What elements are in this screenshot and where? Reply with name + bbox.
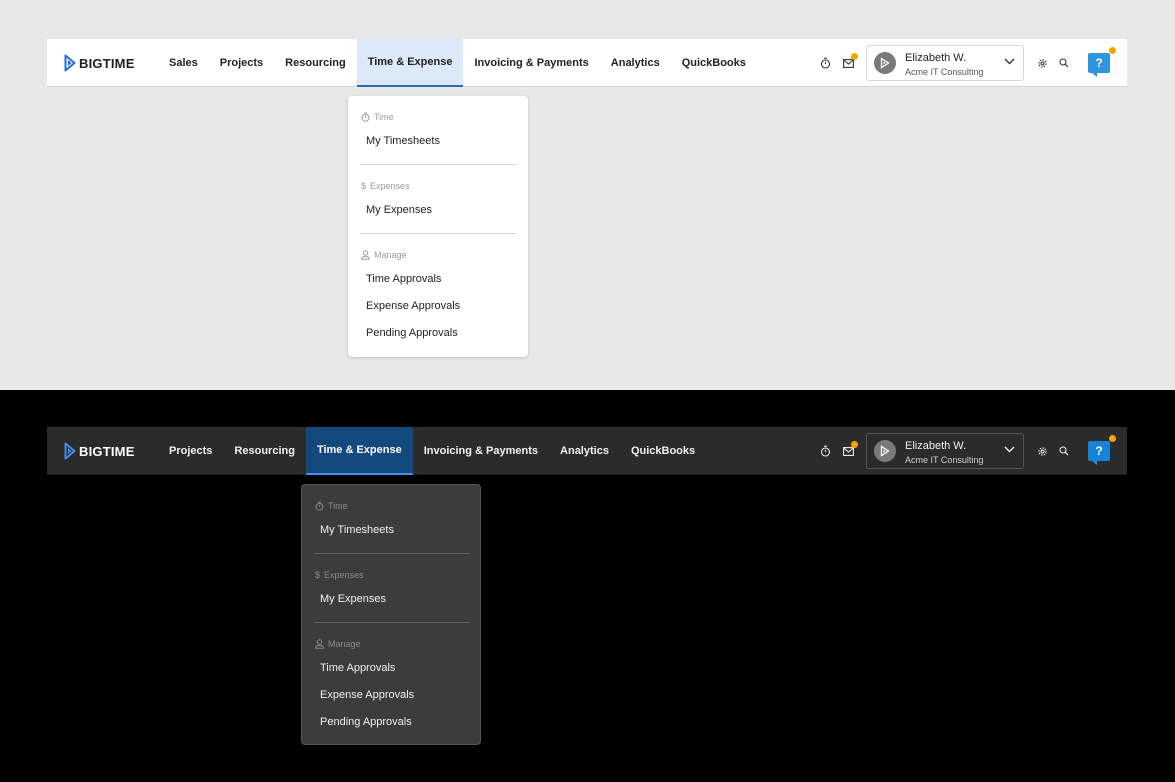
nav-quickbooks[interactable]: QuickBooks [620,427,706,475]
nav-resourcing[interactable]: Resourcing [274,39,357,87]
nav-time-expense[interactable]: Time & Expense [305,427,413,475]
nav-invoicing-payments[interactable]: Invoicing & Payments [413,427,549,475]
nav-resourcing[interactable]: Resourcing [223,427,306,475]
logo-text: BIGTIME [79,55,135,71]
nav-analytics[interactable]: Analytics [549,427,620,475]
avatar [874,440,896,462]
help-bubble-tail [1092,73,1097,77]
settings-button[interactable] [1035,56,1049,70]
section-time-label: Time [328,501,348,511]
help-button[interactable]: ? [1088,441,1110,465]
user-name: Elizabeth W. [905,52,967,64]
gear-icon [1037,58,1047,68]
nav-quickbooks[interactable]: QuickBooks [671,39,757,87]
avatar [874,52,896,74]
divider [314,553,470,554]
section-manage-label: Manage [374,250,407,260]
search-icon [1059,58,1069,68]
time-approvals-link[interactable]: Time Approvals [366,273,441,285]
user-name: Elizabeth W. [905,440,967,452]
section-expenses-label: Expenses [324,570,364,580]
dollar-icon: $ [315,570,321,580]
time-approvals-link[interactable]: Time Approvals [320,662,395,674]
light-theme-panel: BIGTIME Sales Projects Resourcing Time &… [0,0,1175,390]
dollar-icon: $ [361,181,367,191]
help-button[interactable]: ? [1088,53,1110,77]
manager-icon [315,639,324,649]
stopwatch-icon [361,112,370,122]
dark-theme-panel: BIGTIME Projects Resourcing Time & Expen… [0,390,1175,782]
nav-analytics[interactable]: Analytics [600,39,671,87]
my-timesheets-link[interactable]: My Timesheets [366,135,440,147]
top-navbar: BIGTIME Sales Projects Resourcing Time &… [47,39,1127,87]
stopwatch-icon [820,445,830,457]
nav-sales[interactable]: Sales [158,39,209,87]
main-nav: Sales Projects Resourcing Time & Expense… [158,39,757,87]
divider [314,622,470,623]
bigtime-logo[interactable]: BIGTIME [64,54,135,72]
top-navbar: BIGTIME Projects Resourcing Time & Expen… [47,427,1127,475]
section-expenses-label: Expenses [370,181,410,191]
timer-button[interactable] [818,444,832,458]
mail-notification-dot [851,441,858,448]
nav-projects[interactable]: Projects [158,427,223,475]
user-menu-button[interactable]: Elizabeth W. Acme IT Consulting [866,433,1024,469]
time-expense-dropdown: Time My Timesheets $ Expenses My Expense… [348,96,528,357]
section-time: Time [361,112,394,122]
help-bubble-tail [1092,461,1097,465]
bigtime-logo-icon [64,54,76,72]
mail-icon [842,446,854,456]
user-avatar-logo-icon [880,445,890,457]
timer-button[interactable] [818,56,832,70]
section-manage: Manage [361,250,407,260]
nav-time-expense[interactable]: Time & Expense [356,39,464,87]
expense-approvals-link[interactable]: Expense Approvals [320,689,414,701]
mail-notification-dot [851,53,858,60]
user-company: Acme IT Consulting [905,67,984,77]
my-expenses-link[interactable]: My Expenses [366,204,432,216]
manager-icon [361,250,370,260]
search-icon [1059,446,1069,456]
section-manage-label: Manage [328,639,361,649]
pending-approvals-link[interactable]: Pending Approvals [320,716,412,728]
gear-icon [1037,446,1047,456]
expense-approvals-link[interactable]: Expense Approvals [366,300,460,312]
settings-button[interactable] [1035,444,1049,458]
user-menu-button[interactable]: Elizabeth W. Acme IT Consulting [866,45,1024,81]
user-company: Acme IT Consulting [905,455,984,465]
main-nav: Projects Resourcing Time & Expense Invoi… [158,427,706,475]
chevron-down-icon [1004,446,1015,453]
divider [360,164,516,165]
chevron-down-icon [1004,58,1015,65]
logo-text: BIGTIME [79,443,135,459]
divider [360,233,516,234]
help-icon-label: ? [1095,56,1103,70]
help-notification-dot [1109,47,1116,54]
search-button[interactable] [1057,444,1071,458]
nav-invoicing-payments[interactable]: Invoicing & Payments [463,39,599,87]
pending-approvals-link[interactable]: Pending Approvals [366,327,458,339]
section-time: Time [315,501,348,511]
section-manage: Manage [315,639,361,649]
my-timesheets-link[interactable]: My Timesheets [320,524,394,536]
nav-projects[interactable]: Projects [209,39,274,87]
user-avatar-logo-icon [880,57,890,69]
my-expenses-link[interactable]: My Expenses [320,593,386,605]
mail-icon [842,58,854,68]
time-expense-dropdown: Time My Timesheets $ Expenses My Expense… [301,484,481,745]
search-button[interactable] [1057,56,1071,70]
help-icon-label: ? [1095,444,1103,458]
stopwatch-icon [820,57,830,69]
section-expenses: $ Expenses [315,570,364,580]
help-notification-dot [1109,435,1116,442]
stopwatch-icon [315,501,324,511]
section-expenses: $ Expenses [361,181,410,191]
bigtime-logo[interactable]: BIGTIME [64,442,135,460]
bigtime-logo-icon [64,442,76,460]
section-time-label: Time [374,112,394,122]
